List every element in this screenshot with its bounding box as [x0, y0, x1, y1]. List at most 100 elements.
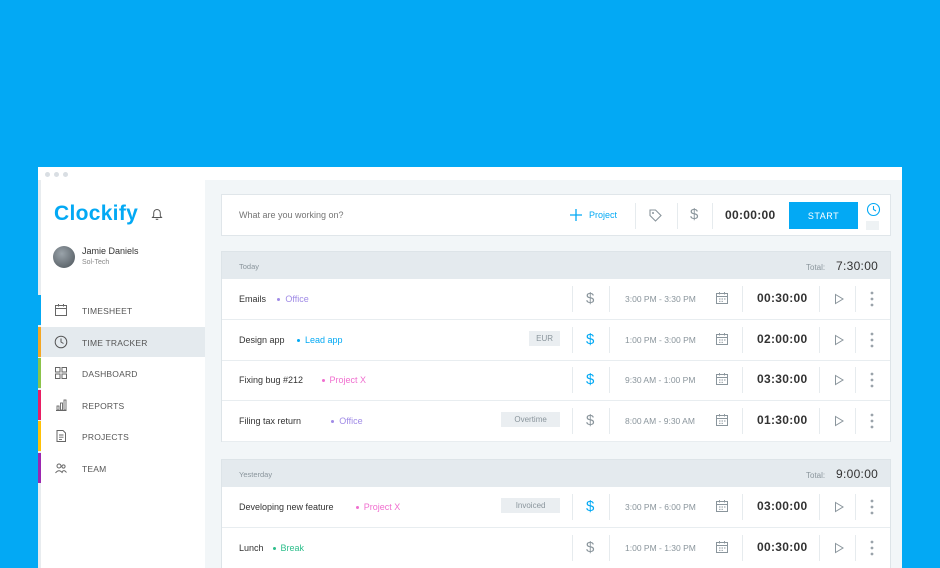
entry-description[interactable]: Fixing bug #212 [239, 375, 303, 385]
more-options-icon[interactable] [870, 290, 874, 308]
tag-badge[interactable]: Invoiced [501, 498, 560, 513]
project-color-dot [355, 506, 359, 509]
time-entry-row: Fixing bug #212 Project X $9:30 AM - 1:00 … [222, 360, 890, 401]
more-options-icon[interactable] [870, 331, 874, 349]
start-button[interactable]: START [789, 202, 858, 229]
dashboard-grid-icon [54, 366, 68, 380]
window-dot-minimize[interactable] [54, 172, 59, 177]
divider [819, 326, 820, 353]
play-icon[interactable] [833, 542, 845, 554]
entry-time-range[interactable]: 8:00 AM - 9:30 AM [625, 416, 695, 426]
play-icon[interactable] [833, 334, 845, 346]
timer-display: 00:00:00 [725, 208, 776, 222]
entry-time-range[interactable]: 1:00 PM - 3:00 PM [625, 335, 696, 345]
divider [855, 407, 856, 434]
group-header: Yesterday Total: 9:00:00 [222, 460, 890, 487]
play-icon[interactable] [833, 374, 845, 386]
user-avatar[interactable] [53, 246, 75, 268]
calendar-icon[interactable] [715, 413, 729, 427]
billable-dollar-icon[interactable]: $ [586, 539, 594, 556]
calendar-icon[interactable] [715, 372, 729, 386]
sidebar-item-label: DASHBOARD [82, 369, 138, 380]
play-icon[interactable] [833, 415, 845, 427]
window-dot-close[interactable] [45, 172, 50, 177]
entry-project[interactable]: Project X [330, 375, 367, 385]
divider [742, 407, 743, 434]
entry-project[interactable]: Break [281, 543, 305, 553]
document-icon [54, 429, 68, 443]
divider [819, 534, 820, 561]
sidebar-item-reports[interactable]: REPORTS [38, 389, 205, 420]
entry-duration[interactable]: 01:30:00 [757, 413, 807, 427]
group-total-label: Total: [806, 263, 826, 272]
description-input[interactable] [239, 210, 539, 220]
divider [742, 367, 743, 393]
calendar-icon[interactable] [715, 332, 729, 346]
group-date: Yesterday [239, 470, 273, 479]
plus-icon[interactable] [569, 208, 583, 222]
entry-time-range[interactable]: 9:30 AM - 1:00 PM [625, 375, 695, 385]
billable-dollar-icon[interactable]: $ [690, 206, 698, 223]
entry-duration[interactable]: 00:30:00 [757, 291, 807, 305]
timer-mode-clock-icon[interactable] [866, 202, 881, 217]
calendar-icon[interactable] [715, 291, 729, 305]
sidebar-item-time-tracker[interactable]: TIME TRACKER [38, 326, 205, 357]
divider [609, 286, 610, 312]
time-entry-row: Developing new feature Project X Invoiced $… [222, 487, 890, 528]
entry-time-range[interactable]: 3:00 PM - 6:00 PM [625, 502, 696, 512]
entry-duration[interactable]: 03:00:00 [757, 499, 807, 513]
main-area: Project $ 00:00:00 START Today Total: 7:30… [205, 180, 902, 568]
tag-icon[interactable] [648, 208, 663, 223]
entry-duration[interactable]: 00:30:00 [757, 540, 807, 554]
calendar-icon[interactable] [715, 499, 729, 513]
divider [609, 494, 610, 520]
calendar-icon[interactable] [715, 540, 729, 554]
divider [742, 534, 743, 561]
billable-dollar-icon[interactable]: $ [586, 371, 594, 388]
sidebar-item-accent [38, 453, 41, 483]
billable-dollar-icon[interactable]: $ [586, 412, 594, 429]
entry-project[interactable]: Lead app [305, 335, 343, 345]
tag-badge[interactable]: Overtime [501, 411, 560, 427]
play-icon[interactable] [833, 501, 845, 513]
sidebar-item-dashboard[interactable]: DASHBOARD [38, 358, 205, 389]
entry-project[interactable]: Office [339, 416, 362, 426]
play-icon[interactable] [833, 293, 845, 305]
tag-badge[interactable]: EUR [529, 330, 560, 346]
billable-dollar-icon[interactable]: $ [586, 290, 594, 307]
sidebar-item-team[interactable]: TEAM [38, 453, 205, 483]
entry-description[interactable]: Emails [239, 294, 266, 304]
clockify-logo[interactable]: Clockify [54, 202, 138, 226]
bell-icon[interactable] [151, 208, 163, 221]
billable-dollar-icon[interactable]: $ [586, 498, 594, 515]
sidebar-item-projects[interactable]: PROJECTS [38, 421, 205, 452]
more-options-icon[interactable] [870, 412, 874, 430]
entry-time-range[interactable]: 3:00 PM - 3:30 PM [625, 294, 696, 304]
entry-duration[interactable]: 02:00:00 [757, 332, 807, 346]
window-dot-maximize[interactable] [63, 172, 68, 177]
entry-duration[interactable]: 03:30:00 [757, 372, 807, 386]
entry-description[interactable]: Lunch [239, 543, 264, 553]
divider [855, 534, 856, 561]
sidebar-item-timesheet[interactable]: TIMESHEET [38, 295, 205, 325]
more-options-icon[interactable] [870, 539, 874, 557]
manual-mode-list-icon[interactable] [866, 221, 879, 230]
calendar-icon [54, 303, 68, 317]
entry-description[interactable]: Design app [239, 335, 285, 345]
entry-description[interactable]: Filing tax return [239, 416, 301, 426]
entry-time-range[interactable]: 1:00 PM - 1:30 PM [625, 543, 696, 553]
project-picker[interactable]: Project [589, 210, 617, 220]
more-options-icon[interactable] [870, 371, 874, 389]
entry-description[interactable]: Developing new feature [239, 502, 334, 512]
entry-project[interactable]: Project X [364, 502, 401, 512]
sidebar-item-accent [38, 326, 41, 357]
divider [572, 367, 573, 393]
app-window: Clockify Jamie Daniels Sol-Tech TIMESHEE… [38, 167, 902, 568]
divider [572, 534, 573, 561]
user-company: Sol-Tech [82, 259, 110, 266]
more-options-icon[interactable] [870, 498, 874, 516]
billable-dollar-icon[interactable]: $ [586, 331, 594, 348]
divider [819, 286, 820, 312]
divider [819, 367, 820, 393]
entry-project[interactable]: Office [285, 294, 308, 304]
